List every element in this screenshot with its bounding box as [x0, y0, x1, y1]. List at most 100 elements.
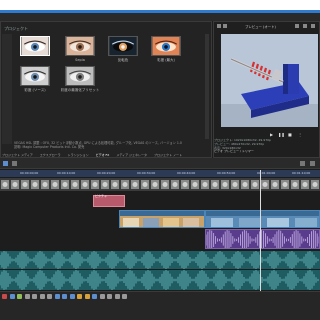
filmstrip-frame-subject — [72, 182, 78, 187]
split-screen-icon[interactable] — [223, 24, 227, 28]
timecode-label: 00:01:10;00 — [292, 171, 311, 175]
render-preview-image — [221, 34, 318, 127]
playhead-cursor[interactable] — [260, 170, 261, 292]
scroll-icon[interactable] — [310, 161, 315, 166]
stop-icon[interactable] — [32, 294, 37, 299]
filmstrip-frame-subject — [302, 182, 308, 187]
zoom-icon[interactable] — [300, 161, 305, 166]
filmstrip-frame-subject — [62, 182, 68, 187]
fx-thumbnail[interactable] — [108, 36, 138, 56]
preview-tab[interactable]: ビデオ プレビュー / トリマー — [214, 150, 318, 154]
filmstrip-frame-subject — [122, 182, 128, 187]
preview-quality-dropdown[interactable]: プレビュー (オート) — [245, 24, 276, 29]
overlay-icon[interactable] — [311, 24, 315, 28]
fx-thumbnail[interactable] — [151, 36, 181, 56]
effect-clip-waveform — [206, 230, 319, 248]
audio-track[interactable] — [0, 270, 320, 290]
next-frame-icon[interactable] — [47, 294, 52, 299]
pause-icon[interactable] — [24, 294, 30, 299]
fx-panel-header: プロジェクト — [4, 26, 28, 31]
filmstrip-frame-subject — [262, 182, 268, 187]
filmstrip-frame-subject — [252, 182, 258, 187]
preview-video-frame — [221, 34, 318, 127]
filmstrip-frame-subject — [282, 182, 288, 187]
filmstrip-frame-subject — [232, 182, 238, 187]
play-icon[interactable] — [17, 294, 22, 299]
audio-waveform — [0, 270, 319, 290]
filmstrip-frame-subject — [212, 182, 218, 187]
eye-preview-icon — [21, 37, 49, 55]
tab-project-media[interactable]: プロジェクト メディア — [2, 153, 33, 157]
timeline-toolbar — [0, 158, 320, 169]
ripple-icon[interactable] — [92, 294, 97, 299]
loop-icon[interactable] — [9, 294, 15, 299]
audio-track[interactable] — [0, 251, 320, 269]
fx-thumbnail[interactable] — [65, 66, 95, 86]
tab-project-notes[interactable]: プロジェクト ノート — [154, 153, 182, 157]
filmstrip-frame-subject — [2, 182, 8, 187]
settings-icon[interactable] — [122, 294, 127, 299]
timecode-label: 00:00:30;00 — [137, 171, 156, 175]
zoom-out-icon[interactable] — [114, 294, 120, 299]
title-clip-label: ピクチャ — [95, 194, 107, 198]
region-icon[interactable] — [84, 294, 90, 299]
snapshot-icon[interactable] — [295, 24, 299, 28]
zoom-in-icon[interactable] — [107, 294, 112, 299]
fx-thumbnail-label: 反転色 — [117, 58, 129, 62]
filmstrip-frame-subject — [102, 182, 108, 187]
snap-icon[interactable] — [54, 294, 60, 299]
eye-preview-icon — [21, 67, 49, 85]
timecode-label: 00:00:40;00 — [177, 171, 196, 175]
play-icon[interactable]: ▶ — [270, 132, 273, 137]
audio-waveform — [0, 251, 319, 269]
video-clip[interactable] — [119, 210, 205, 228]
filmstrip-frame-subject — [192, 182, 198, 187]
video-clip[interactable] — [205, 210, 320, 228]
tab-media-generators[interactable]: メディア ジェネレータ — [116, 153, 147, 157]
timecode-label: 00:00:10;00 — [57, 171, 76, 175]
fx-info-line: 説明: Magix Computer Products Intl. Co. 発売 — [14, 145, 85, 149]
filmstrip-frame-subject — [32, 182, 38, 187]
tab-explorer[interactable]: エクスプローラ — [40, 153, 61, 157]
track-list-icon[interactable] — [12, 161, 17, 166]
pause-icon[interactable]: ❚❚ — [278, 132, 285, 137]
preview-settings-icon[interactable] — [217, 24, 221, 28]
tab-transitions[interactable]: トランジション — [68, 153, 89, 157]
trim-icon[interactable] — [69, 294, 75, 299]
preview-info: プロジェクト: 1920x1080x32, 29.970p プレビュー: 480… — [214, 138, 318, 157]
effect-clip[interactable] — [205, 229, 320, 249]
lock-icon[interactable] — [99, 294, 105, 299]
filmstrip-frame-subject — [312, 182, 318, 187]
fx-thumbnail[interactable] — [65, 36, 95, 56]
timecode-label: 00:00:20;00 — [97, 171, 116, 175]
filmstrip-frame-subject — [132, 182, 138, 187]
window-title-bar — [0, 0, 320, 10]
marker-icon[interactable] — [77, 294, 82, 299]
record-icon[interactable] — [2, 294, 7, 299]
filmstrip-frame-subject — [92, 182, 98, 187]
split-icon[interactable] — [62, 294, 67, 299]
preview-transport: ▶ ❚❚ ■ ⋮ — [270, 131, 318, 137]
fx-thumbnail[interactable] — [20, 36, 50, 56]
track-add-icon[interactable] — [3, 161, 8, 166]
eye-preview-icon — [66, 37, 94, 55]
filmstrip-frame-subject — [292, 182, 298, 187]
fx-thumbnail[interactable] — [20, 66, 50, 86]
prev-frame-icon[interactable] — [39, 294, 45, 299]
fx-panel-sidebar[interactable] — [2, 34, 12, 144]
copy-snapshot-icon[interactable] — [303, 24, 307, 28]
fx-thumbnail-label: 彩度 (ソース) — [24, 88, 46, 92]
filmstrip-track[interactable] — [0, 178, 320, 191]
timecode-label: 00:00:00;00 — [20, 171, 39, 175]
filmstrip-frame-subject — [112, 182, 118, 187]
filmstrip-frame-subject — [272, 182, 278, 187]
more-icon[interactable]: ⋮ — [298, 132, 302, 137]
fx-panel-scrollbar[interactable] — [205, 34, 209, 139]
timecode-label: 00:00:50;00 — [217, 171, 236, 175]
stop-icon[interactable]: ■ — [288, 132, 292, 137]
filmstrip-frame-subject — [42, 182, 48, 187]
transport-icons — [2, 294, 318, 302]
fx-thumbnail-label: 彩度の最適化プリセット — [60, 88, 100, 92]
fx-thumbnail-label: 彩度 (最大) — [157, 58, 175, 62]
tab-video-fx[interactable]: ビデオ FX — [96, 153, 110, 157]
